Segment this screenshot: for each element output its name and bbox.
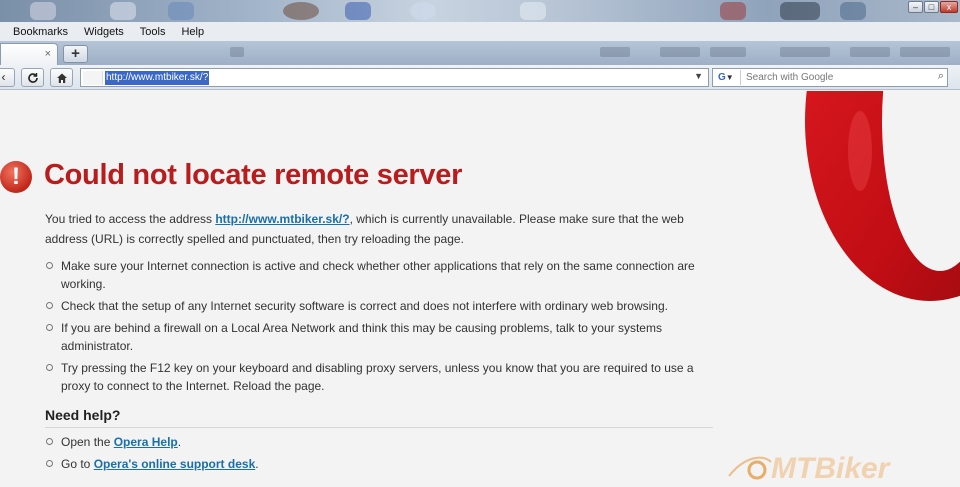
intro-text: You tried to access the address [45, 212, 216, 226]
page-favicon [83, 71, 103, 85]
search-icon[interactable]: ⌕ [938, 70, 944, 83]
opera-logo [805, 91, 960, 301]
window-titlebar: – □ x [0, 0, 960, 22]
divider [45, 427, 713, 428]
desktop-icon [720, 2, 746, 20]
home-icon [56, 73, 67, 83]
search-field[interactable]: G▼ Search with Google ⌕ [712, 68, 948, 87]
desktop-icon [30, 2, 56, 20]
help-text: Go to [61, 457, 94, 471]
help-text: . [255, 457, 259, 471]
list-item: Check that the setup of any Internet sec… [45, 297, 705, 315]
background-decoration [660, 47, 700, 57]
chevron-down-icon: ▼ [725, 73, 734, 82]
address-text[interactable]: http://www.mtbiker.sk/? [105, 71, 210, 85]
back-button[interactable]: ‹ [0, 68, 15, 87]
help-text: . [177, 435, 182, 449]
error-icon: ! [0, 161, 32, 193]
page-title: Could not locate remote server [44, 159, 463, 191]
google-icon: G [718, 72, 726, 83]
search-placeholder[interactable]: Search with Google [746, 71, 833, 85]
background-decoration [230, 47, 244, 57]
menu-help[interactable]: Help [181, 26, 204, 38]
new-tab-button[interactable]: + [63, 45, 88, 63]
search-engine-selector[interactable]: G▼ [715, 70, 741, 85]
window-controls: – □ x [908, 1, 958, 13]
desktop-icon [410, 2, 436, 20]
menu-widgets[interactable]: Widgets [84, 26, 124, 38]
menu-tools[interactable]: Tools [140, 26, 166, 38]
desktop-icon [840, 2, 866, 20]
menu-bar: Bookmarks Widgets Tools Help [0, 22, 960, 41]
tab-strip: × + [0, 41, 960, 65]
desktop-icon [283, 2, 319, 20]
reload-icon [27, 73, 38, 83]
troubleshooting-list: Make sure your Internet connection is ac… [45, 257, 705, 399]
minimize-button[interactable]: – [908, 1, 923, 13]
error-page: ! Could not locate remote server You tri… [0, 91, 960, 487]
maximize-button[interactable]: □ [924, 1, 939, 13]
menu-bookmarks[interactable]: Bookmarks [13, 26, 68, 38]
background-decoration [900, 47, 950, 57]
reload-button[interactable] [21, 68, 44, 87]
list-item: Open the Opera Help. [45, 433, 259, 451]
desktop-icon [110, 2, 136, 20]
background-decoration [600, 47, 630, 57]
failed-url-link[interactable]: http://www.mtbiker.sk/? [215, 212, 349, 226]
list-item: Try pressing the F12 key on your keyboar… [45, 359, 705, 395]
watermark-text: MTBiker [771, 452, 892, 484]
desktop-icon [168, 2, 194, 20]
list-item: If you are behind a firewall on a Local … [45, 319, 705, 355]
background-decoration [710, 47, 746, 57]
list-item: Go to Opera's online support desk. [45, 455, 259, 473]
tab-close-icon[interactable]: × [45, 48, 51, 60]
list-item: Make sure your Internet connection is ac… [45, 257, 705, 293]
help-list: Open the Opera Help. Go to Opera's onlin… [45, 433, 259, 477]
chevron-down-icon[interactable]: ▼ [694, 71, 703, 81]
close-window-button[interactable]: x [940, 1, 958, 13]
tab-active[interactable]: × [0, 43, 58, 65]
home-button[interactable] [50, 68, 73, 87]
desktop-icon [520, 2, 546, 20]
address-field[interactable]: http://www.mtbiker.sk/? ▼ [80, 68, 709, 87]
help-heading: Need help? [45, 407, 121, 423]
back-arrow-icon: ‹ [1, 70, 6, 84]
help-text: Open the [61, 435, 114, 449]
desktop-icon [345, 2, 371, 20]
mtbiker-watermark: MTBiker [728, 452, 892, 484]
support-desk-link[interactable]: Opera's online support desk [94, 457, 256, 471]
navigation-toolbar: ‹ http://www.mtbiker.sk/? ▼ G▼ Search wi… [0, 65, 960, 90]
opera-help-link[interactable]: Opera Help [114, 435, 178, 449]
background-decoration [780, 47, 830, 57]
error-description: You tried to access the address http://w… [45, 209, 725, 249]
background-decoration [850, 47, 890, 57]
desktop-icon [780, 2, 820, 20]
